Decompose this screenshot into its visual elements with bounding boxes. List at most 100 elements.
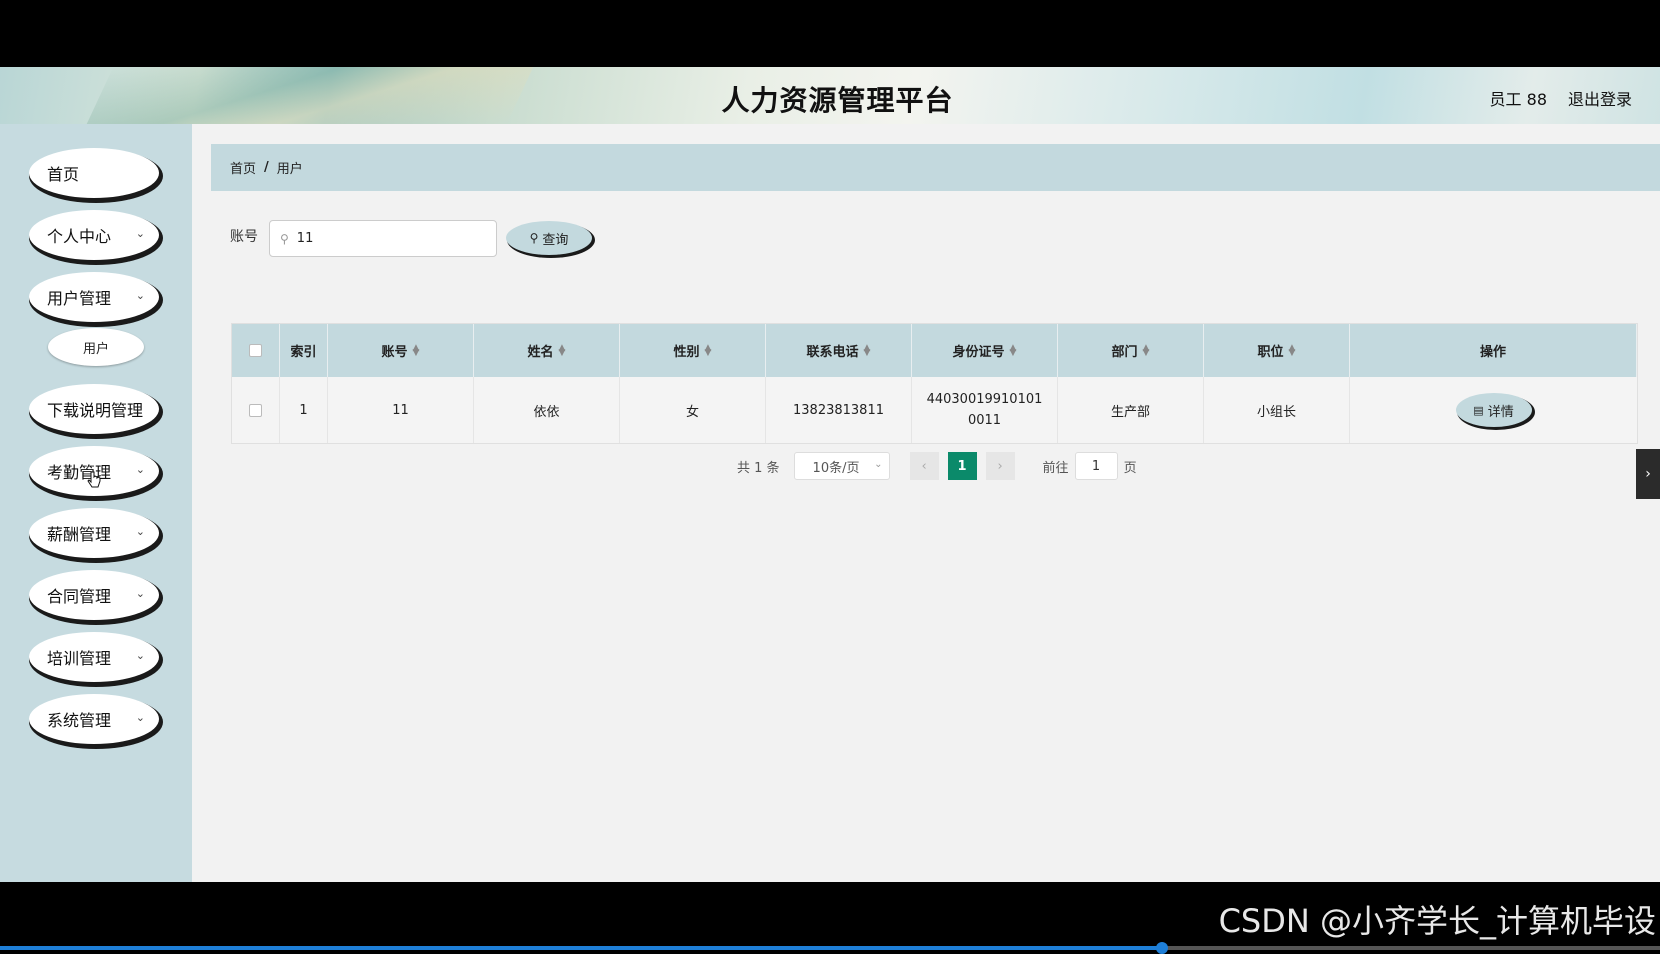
breadcrumb: 首页 / 用户 <box>211 144 1660 191</box>
column-header-label: 姓名 <box>527 345 554 360</box>
breadcrumb-home[interactable]: 首页 <box>230 158 256 177</box>
column-header-label: 部门 <box>1111 345 1138 360</box>
sort-icon[interactable]: ▲ ▼ <box>1289 343 1296 357</box>
sidebar-item-contract[interactable]: 合同管理 ⌄ <box>29 570 159 620</box>
column-header[interactable]: 部门 ▲ ▼ <box>1058 324 1204 377</box>
video-progress-fill <box>0 946 1162 950</box>
sidebar-item-download-guide[interactable]: 下载说明管理 <box>29 384 159 434</box>
user-table: 索引 账号 ▲ ▼ 姓名 ▲ ▼ 性别 ▲ ▼ 联系电话 ▲ ▼ 身份证号 ▲ ▼ 部门 ▲ ▼ 职位 ▲… <box>231 323 1638 444</box>
app-window: 人力资源管理平台 员工 88 退出登录 首页 个人中心 ⌄ 用户管理 ⌄ 用户 下载… <box>0 67 1660 882</box>
sidebar-item-system[interactable]: 系统管理 ⌄ <box>29 694 159 744</box>
column-header-label: 操作 <box>1479 345 1506 360</box>
sidebar: 首页 个人中心 ⌄ 用户管理 ⌄ 用户 下载说明管理 考勤管理 ⌄ 薪酬管理 ⌄ 合同管… <box>0 124 192 882</box>
search-label: 账号 <box>230 229 258 245</box>
cell-name: 依依 <box>474 377 620 443</box>
sort-icon[interactable]: ▲ ▼ <box>705 343 712 357</box>
video-progress-knob[interactable] <box>1156 942 1168 954</box>
goto-label: 前往 <box>1042 460 1069 476</box>
search-icon: ⚲ <box>529 231 539 245</box>
chevron-down-icon: ⌄ <box>135 463 145 476</box>
app-title: 人力资源管理平台 <box>721 84 954 117</box>
cell-actions: ▤ 详情 <box>1350 377 1637 443</box>
detail-button-label: 详情 <box>1487 404 1514 420</box>
row-checkbox[interactable] <box>249 403 262 417</box>
sort-icon[interactable]: ▲ ▼ <box>559 343 566 357</box>
breadcrumb-separator: / <box>264 160 269 175</box>
chevron-down-icon: ⌄ <box>135 587 145 600</box>
goto-page-input[interactable]: 1 <box>1074 452 1118 480</box>
cell-department: 生产部 <box>1058 377 1204 443</box>
column-header[interactable]: 联系电话 ▲ ▼ <box>766 324 912 377</box>
cell-id-card: 440300199101010011 <box>912 377 1058 443</box>
breadcrumb-current: 用户 <box>276 162 303 177</box>
document-icon: ▤ <box>1473 403 1484 417</box>
column-header-label: 联系电话 <box>806 345 859 360</box>
search-input[interactable]: ⚲ 11 <box>269 220 497 257</box>
sort-icon[interactable]: ▲ ▼ <box>864 343 871 357</box>
chevron-right-icon: › <box>997 458 1003 474</box>
column-header: 索引 <box>280 324 328 377</box>
column-header[interactable]: 性别 ▲ ▼ <box>620 324 766 377</box>
screen-frame: 人力资源管理平台 员工 88 退出登录 首页 个人中心 ⌄ 用户管理 ⌄ 用户 下载… <box>0 0 1660 954</box>
sidebar-item-label: 下载说明管理 <box>47 401 144 420</box>
query-button[interactable]: ⚲ 查询 <box>506 221 592 255</box>
column-header[interactable]: 职位 ▲ ▼ <box>1204 324 1350 377</box>
cell-account: 11 <box>328 377 474 443</box>
watermark: CSDN @小齐学长_计算机毕设 <box>1218 902 1656 940</box>
cell-gender: 女 <box>620 377 766 443</box>
hand-cursor-icon <box>87 471 101 488</box>
chevron-down-icon: ⌄ <box>135 289 145 302</box>
table-row: 1 11 依依 女 13823813811 440300199101010011… <box>232 377 1637 443</box>
sidebar-item-label: 首页 <box>47 165 80 184</box>
sidebar-item-label: 薪酬管理 <box>47 525 112 544</box>
column-header[interactable]: 身份证号 ▲ ▼ <box>912 324 1058 377</box>
top-header: 人力资源管理平台 员工 88 退出登录 <box>0 67 1660 124</box>
sidebar-item-label: 培训管理 <box>47 649 112 668</box>
column-header-label: 索引 <box>290 345 317 360</box>
chevron-down-icon: ⌄ <box>135 227 145 240</box>
sidebar-item-home[interactable]: 首页 <box>29 148 159 198</box>
sidebar-item-personal-center[interactable]: 个人中心 ⌄ <box>29 210 159 260</box>
logout-link[interactable]: 退出登录 <box>1568 86 1632 110</box>
prev-page-button[interactable]: ‹ <box>909 452 939 480</box>
column-header[interactable]: 账号 ▲ ▼ <box>328 324 474 377</box>
sidebar-item-label: 用户管理 <box>47 289 112 308</box>
pagination: 共 1 条 10条/页 ⌄ ‹ 1 › 前往 1 页 <box>737 452 1137 480</box>
row-select <box>232 377 280 443</box>
cell-index: 1 <box>280 377 328 443</box>
cell-id-card-value: 440300199101010011 <box>926 392 1043 428</box>
side-expand-tab[interactable]: › <box>1636 449 1660 499</box>
sidebar-item-salary[interactable]: 薪酬管理 ⌄ <box>29 508 159 558</box>
column-header-label: 性别 <box>673 345 700 360</box>
search-input-value: 11 <box>296 231 314 246</box>
sidebar-item-training[interactable]: 培训管理 ⌄ <box>29 632 159 682</box>
chevron-left-icon: ‹ <box>921 458 927 474</box>
video-progress-bar[interactable] <box>0 942 1660 954</box>
page-unit-label: 页 <box>1123 460 1137 476</box>
search-icon: ⚲ <box>280 231 289 246</box>
select-all-checkbox[interactable] <box>249 344 262 357</box>
header-select-all <box>232 324 280 377</box>
page-number-button[interactable]: 1 <box>947 452 977 480</box>
detail-button[interactable]: ▤ 详情 <box>1455 393 1532 427</box>
column-header[interactable]: 姓名 ▲ ▼ <box>474 324 620 377</box>
chevron-down-icon: ⌄ <box>874 459 883 470</box>
column-header-label: 身份证号 <box>952 345 1005 360</box>
page-size-select[interactable]: 10条/页 ⌄ <box>793 452 890 480</box>
sort-icon[interactable]: ▲ ▼ <box>1010 343 1017 357</box>
sidebar-item-label: 合同管理 <box>47 587 112 606</box>
next-page-button[interactable]: › <box>985 452 1015 480</box>
page-size-value: 10条/页 <box>812 460 860 476</box>
sidebar-item-user-management[interactable]: 用户管理 ⌄ <box>29 272 159 322</box>
current-user: 员工 88 <box>1489 90 1547 109</box>
chevron-right-icon: › <box>1645 466 1651 482</box>
sidebar-item-label: 系统管理 <box>47 711 112 730</box>
chevron-down-icon: ⌄ <box>135 525 145 538</box>
pagination-total: 共 1 条 <box>737 460 780 476</box>
sidebar-subitem-user[interactable]: 用户 <box>48 328 144 366</box>
sidebar-item-label: 考勤管理 <box>47 463 112 482</box>
column-header-label: 职位 <box>1257 345 1284 360</box>
sort-icon[interactable]: ▲ ▼ <box>413 343 420 357</box>
sort-icon[interactable]: ▲ ▼ <box>1143 343 1150 357</box>
chevron-down-icon: ⌄ <box>135 649 145 662</box>
